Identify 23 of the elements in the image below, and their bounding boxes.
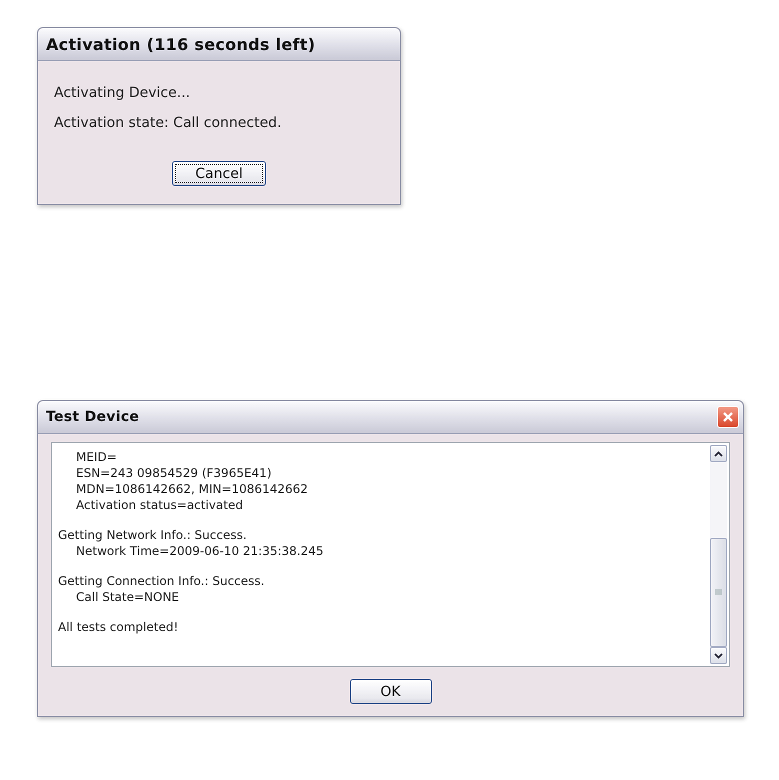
log-line: Call State=NONE [75,589,180,605]
log-line: Network Time=2009-06-10 21:35:38.245 [75,543,325,559]
scroll-up-button[interactable] [710,445,727,462]
status-text: Activation state: Call connected. [54,115,283,131]
close-icon [722,411,734,423]
log-line: ESN=243 09854529 (F3965E41) [75,465,272,481]
scroll-down-button[interactable] [710,647,727,664]
log-line: Activation status=activated [75,497,244,513]
log-line: MEID= [75,449,118,465]
window-title: Activation (116 seconds left) [46,34,316,54]
cancel-button[interactable]: Cancel [172,161,266,186]
log-line: All tests completed! [58,619,180,635]
close-button[interactable] [717,406,739,428]
scroll-thumb[interactable] [710,538,727,647]
status-text: Activating Device... [54,85,192,101]
chevron-up-icon [714,450,723,456]
log-line: MDN=1086142662, MIN=1086142662 [75,481,309,497]
log-line: Getting Network Info.: Success. [58,527,248,543]
log-line: Getting Connection Info.: Success. [58,573,266,589]
grip-icon [715,589,722,596]
window-title: Test Device [46,409,140,425]
chevron-down-icon [714,652,723,658]
ok-button[interactable]: OK [350,679,432,704]
